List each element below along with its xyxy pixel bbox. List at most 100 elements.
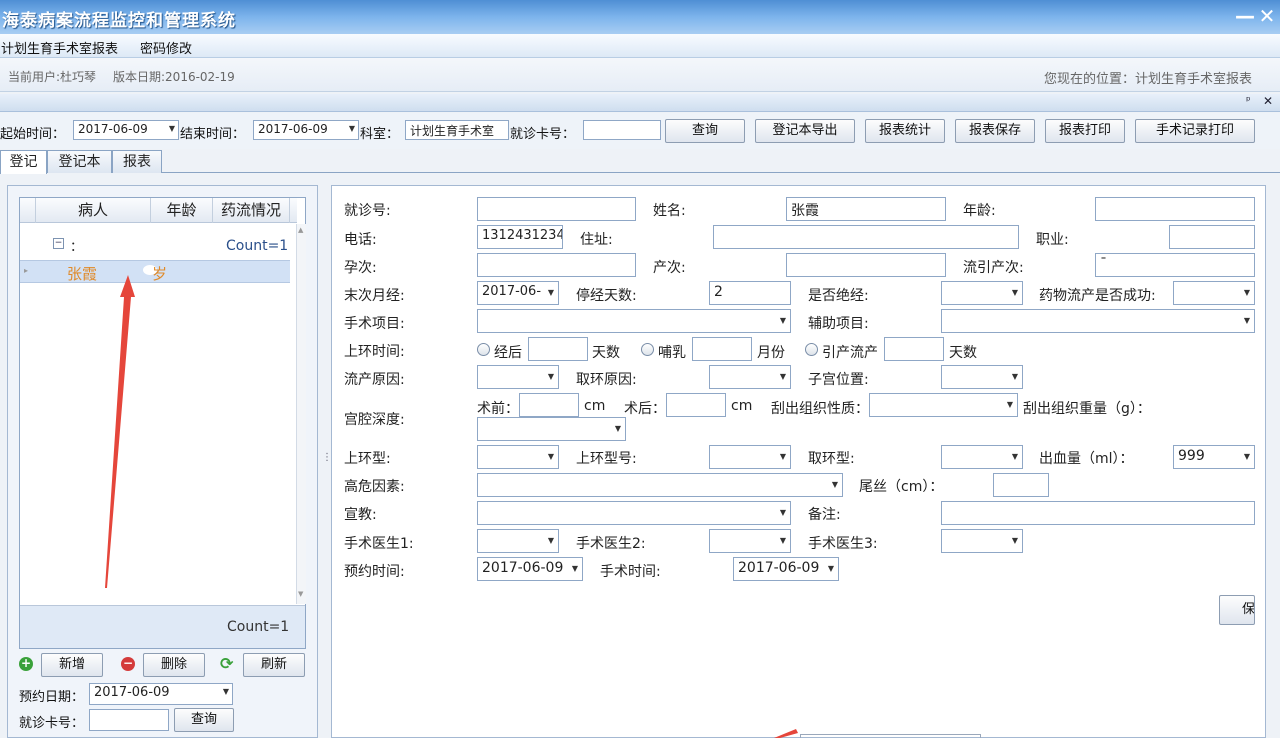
- radio-induced[interactable]: [805, 343, 818, 356]
- days-after-menses-input[interactable]: [528, 337, 588, 361]
- doc3-select[interactable]: ▼: [941, 529, 1023, 553]
- doc2-label: 手术医生2:: [576, 536, 646, 552]
- iud-time-label: 上环时间:: [344, 344, 405, 360]
- chevron-down-icon: ▼: [1243, 288, 1250, 297]
- visit-no-input[interactable]: [477, 197, 636, 221]
- tissue-weight-select[interactable]: ▼: [477, 417, 626, 441]
- pregnancy-input[interactable]: [477, 253, 636, 277]
- card-input[interactable]: [583, 120, 661, 140]
- removal-type-select[interactable]: ▼: [941, 445, 1023, 469]
- risk-select[interactable]: ▼: [477, 473, 843, 497]
- print-report-button[interactable]: 报表打印: [1045, 119, 1125, 143]
- appoint-date-select[interactable]: 2017-06-09 ▼: [89, 683, 233, 705]
- dept-label: 科室：: [360, 127, 400, 142]
- cavity-pre-input[interactable]: [519, 393, 579, 417]
- op-time-select[interactable]: 2017-06-09 ▼: [733, 557, 839, 581]
- uterus-pos-select[interactable]: ▼: [941, 365, 1023, 389]
- tissue-select[interactable]: ▼: [869, 393, 1018, 417]
- chevron-down-icon: ▼: [547, 372, 554, 381]
- scroll-up-icon[interactable]: ▲: [298, 226, 303, 234]
- tab-report[interactable]: 报表: [112, 150, 162, 173]
- start-time-label: 起始时间：: [0, 127, 66, 142]
- education-select[interactable]: ▼: [477, 501, 791, 525]
- left-card-input[interactable]: [89, 709, 169, 731]
- save-button[interactable]: 保: [1219, 595, 1255, 625]
- col-drug[interactable]: 药流情况: [213, 198, 290, 223]
- delete-button[interactable]: 删除: [143, 653, 205, 677]
- cavity-pre-label: 术前：: [477, 401, 519, 417]
- save-report-button[interactable]: 报表保存: [955, 119, 1035, 143]
- tail-input[interactable]: [993, 473, 1049, 497]
- tail-label: 尾丝（cm）：: [859, 479, 944, 495]
- job-input[interactable]: [1169, 225, 1255, 249]
- col-patient[interactable]: 病人: [36, 198, 151, 223]
- start-time-select[interactable]: 2017-06-09 ▼: [73, 120, 179, 140]
- query-button[interactable]: 查询: [665, 119, 745, 143]
- collapse-icon[interactable]: −: [53, 238, 64, 249]
- delete-icon[interactable]: −: [121, 657, 135, 671]
- col-age[interactable]: 年龄: [151, 198, 213, 223]
- panel-close-icon[interactable]: ✕: [1263, 94, 1273, 108]
- surgery-select[interactable]: ▼: [477, 309, 791, 333]
- appoint-date-value: 2017-06-09: [94, 685, 170, 700]
- refresh-icon[interactable]: ⟳: [220, 654, 233, 673]
- add-button[interactable]: 新增: [41, 653, 103, 677]
- grid-scrollbar[interactable]: ▲ ▼: [296, 224, 306, 604]
- chevron-down-icon: ▼: [1011, 452, 1018, 461]
- chevron-down-icon: ▼: [547, 536, 554, 545]
- print-record-button[interactable]: 手术记录打印: [1135, 119, 1255, 143]
- breadcrumb: 您现在的位置：计划生育手术室报表: [1044, 72, 1253, 87]
- unit-days-1: 天数: [592, 345, 620, 361]
- radio-after-menses[interactable]: [477, 343, 490, 356]
- iud-type-select[interactable]: ▼: [477, 445, 559, 469]
- add-icon[interactable]: +: [19, 657, 33, 671]
- doc1-select[interactable]: ▼: [477, 529, 559, 553]
- menu-item-password[interactable]: 密码修改: [140, 38, 192, 57]
- current-user: 当前用户:杜巧琴: [8, 70, 97, 84]
- removal-reason-select[interactable]: ▼: [709, 365, 791, 389]
- age-input[interactable]: [1095, 197, 1255, 221]
- chevron-down-icon: ▼: [827, 564, 834, 573]
- doc2-select[interactable]: ▼: [709, 529, 791, 553]
- left-search-button[interactable]: 查询: [174, 708, 234, 732]
- name-input[interactable]: 张霞: [786, 197, 946, 221]
- menu-item-report[interactable]: 计划生育手术室报表: [1, 38, 118, 57]
- scroll-down-icon[interactable]: ▼: [298, 590, 303, 598]
- chevron-down-icon: ▼: [1243, 452, 1250, 461]
- tab-strip: 登记 登记本 报表: [0, 150, 1280, 174]
- stats-button[interactable]: 报表统计: [865, 119, 945, 143]
- blood-select[interactable]: 999 ▼: [1173, 445, 1255, 469]
- induced-days-input[interactable]: [884, 337, 944, 361]
- appoint-time-select[interactable]: 2017-06-09 ▼: [477, 557, 583, 581]
- birth-input[interactable]: [786, 253, 946, 277]
- abortion-input[interactable]: ˉ: [1095, 253, 1255, 277]
- tab-register[interactable]: 登记: [0, 150, 47, 174]
- abortion-reason-select[interactable]: ▼: [477, 365, 559, 389]
- menopause-select[interactable]: ▼: [941, 281, 1023, 305]
- pin-icon[interactable]: ᵖ: [1246, 94, 1251, 107]
- refresh-button[interactable]: 刷新: [243, 653, 305, 677]
- iud-model-select[interactable]: ▼: [709, 445, 791, 469]
- radio-lactation[interactable]: [641, 343, 654, 356]
- patient-grid: 病人 年龄 药流情况 ▲ ▼ − ： Count=1 ▸ 张霞 岁 Count=…: [19, 197, 306, 649]
- tab-register-book[interactable]: 登记本: [47, 150, 112, 173]
- table-row[interactable]: ▸ 张霞 岁: [20, 260, 290, 283]
- export-button[interactable]: 登记本导出: [755, 119, 855, 143]
- drug-success-select[interactable]: ▼: [1173, 281, 1255, 305]
- cavity-post-input[interactable]: [666, 393, 726, 417]
- cavity-label: 宫腔深度:: [344, 412, 405, 428]
- lmp-select[interactable]: 2017-06- ▼: [477, 281, 559, 305]
- dept-input[interactable]: 计划生育手术室: [405, 120, 509, 140]
- address-input[interactable]: [713, 225, 1019, 249]
- amenorrhea-input[interactable]: 2: [709, 281, 791, 305]
- aux-select[interactable]: ▼: [941, 309, 1255, 333]
- appoint-time-value: 2017-06-09: [482, 560, 564, 576]
- end-time-select[interactable]: 2017-06-09 ▼: [253, 120, 359, 140]
- remark-input[interactable]: [941, 501, 1255, 525]
- lactation-months-input[interactable]: [692, 337, 752, 361]
- phone-input[interactable]: 1312431234: [477, 225, 563, 249]
- aux-label: 辅助项目:: [808, 316, 869, 332]
- close-button[interactable]: ✕: [1256, 4, 1278, 28]
- minimize-button[interactable]: —: [1234, 4, 1256, 28]
- chevron-down-icon: ▼: [831, 480, 838, 489]
